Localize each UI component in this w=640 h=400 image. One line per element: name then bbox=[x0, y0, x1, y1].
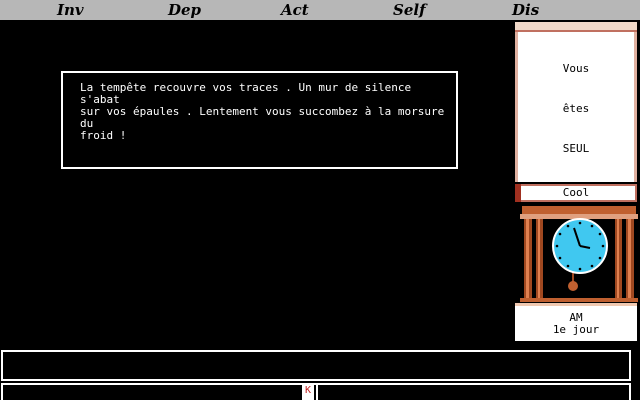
scroll-word-3: SEUL bbox=[562, 142, 590, 155]
command-input[interactable] bbox=[1, 350, 631, 381]
marker-divider bbox=[316, 383, 318, 400]
menu-inventory[interactable]: Inv bbox=[57, 1, 84, 19]
time-period: AM bbox=[569, 311, 583, 324]
menu-disk[interactable]: Dis bbox=[512, 1, 539, 19]
input-marker: K bbox=[302, 383, 314, 400]
menu-bar: Inv Dep Act Self Dis bbox=[0, 0, 640, 20]
status-scroll: Vous êtes SEUL bbox=[515, 22, 637, 182]
time-day: 1e jour bbox=[552, 323, 600, 336]
status-label: Cool bbox=[562, 186, 590, 199]
status-bar: Cool bbox=[515, 184, 637, 202]
time-panel: AM 1e jour bbox=[515, 303, 637, 341]
menu-action[interactable]: Act bbox=[281, 1, 309, 19]
clock-icon[interactable] bbox=[520, 206, 638, 302]
scroll-word-2: êtes bbox=[562, 102, 590, 115]
scroll-word-1: Vous bbox=[562, 62, 590, 75]
menu-self[interactable]: Self bbox=[393, 1, 426, 19]
menu-deplacement[interactable]: Dep bbox=[168, 1, 201, 19]
message-box: La tempête recouvre vos traces . Un mur … bbox=[61, 71, 458, 169]
message-text: La tempête recouvre vos traces . Un mur … bbox=[80, 81, 445, 142]
status-knob bbox=[515, 184, 521, 202]
scroll-roll bbox=[515, 22, 637, 32]
